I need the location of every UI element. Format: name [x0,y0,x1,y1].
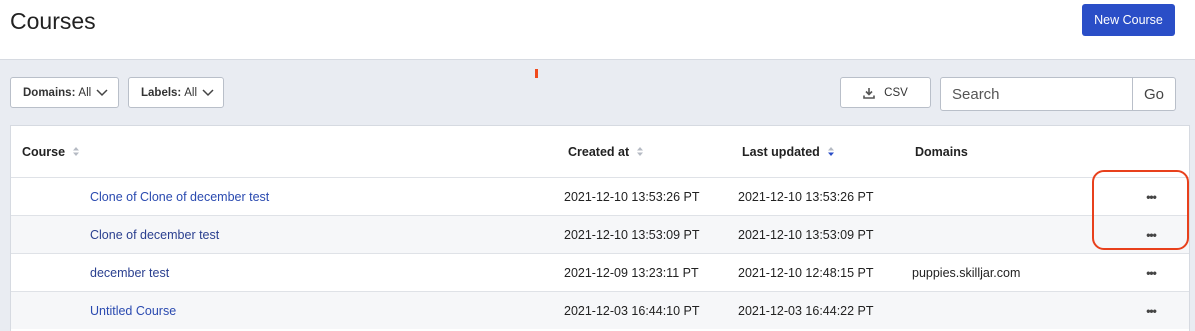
domains-filter-label: Domains: [23,86,76,99]
chevron-down-icon [202,88,214,96]
sort-descending-icon [827,147,834,156]
chevron-down-icon [96,88,108,96]
column-header-label: Created at [568,144,630,159]
annotation-highlight-ring [1092,170,1189,250]
domains-cell: puppies.skilljar.com [912,266,1021,280]
last-updated-cell: 2021-12-10 13:53:09 PT [738,228,874,242]
new-course-button[interactable]: New Course [1082,4,1175,36]
created-at-cell: 2021-12-10 13:53:26 PT [564,190,700,204]
page-header: Courses New Course [0,0,1195,60]
csv-label: CSV [884,86,908,99]
page-title: Courses [10,8,96,34]
table-row: december test 2021-12-09 13:23:11 PT 202… [11,253,1189,291]
column-header-label: Domains [915,144,968,159]
last-updated-cell: 2021-12-03 16:44:22 PT [738,304,874,318]
sort-icon [637,147,644,156]
column-header-label: Last updated [742,144,820,159]
column-header-course[interactable]: Course [22,126,80,177]
more-actions-icon[interactable]: ••• [1142,292,1160,330]
last-updated-cell: 2021-12-10 13:53:26 PT [738,190,874,204]
indicator-mark [535,69,538,78]
column-header-created-at[interactable]: Created at [568,126,644,177]
table-row: Untitled Course 2021-12-03 16:44:10 PT 2… [11,291,1189,329]
created-at-cell: 2021-12-10 13:53:09 PT [564,228,700,242]
column-header-label: Course [22,144,66,159]
last-updated-cell: 2021-12-10 12:48:15 PT [738,266,874,280]
go-button[interactable]: Go [1132,77,1176,111]
column-header-last-updated[interactable]: Last updated [742,126,834,177]
course-title-link[interactable]: Clone of december test [90,216,219,254]
search-input[interactable] [940,77,1133,111]
more-actions-icon[interactable]: ••• [1142,254,1160,292]
course-title-link[interactable]: Clone of Clone of december test [90,178,269,216]
courses-table: Course Created at Last updated Domains C… [10,125,1190,331]
course-title-link[interactable]: Untitled Course [90,292,176,330]
table-row: Clone of december test 2021-12-10 13:53:… [11,215,1189,253]
created-at-cell: 2021-12-09 13:23:11 PT [564,266,699,280]
domains-filter-value: All [78,86,92,99]
export-csv-button[interactable]: CSV [840,77,931,108]
created-at-cell: 2021-12-03 16:44:10 PT [564,304,700,318]
labels-filter-label: Labels: [141,86,182,99]
domains-filter-dropdown[interactable]: Domains: All [10,77,119,108]
table-row: Clone of Clone of december test 2021-12-… [11,177,1189,215]
download-icon [863,87,875,99]
labels-filter-value: All [184,86,198,99]
labels-filter-dropdown[interactable]: Labels: All [128,77,224,108]
column-header-domains: Domains [915,126,968,177]
course-title-link[interactable]: december test [90,254,169,292]
sort-icon [73,147,80,156]
